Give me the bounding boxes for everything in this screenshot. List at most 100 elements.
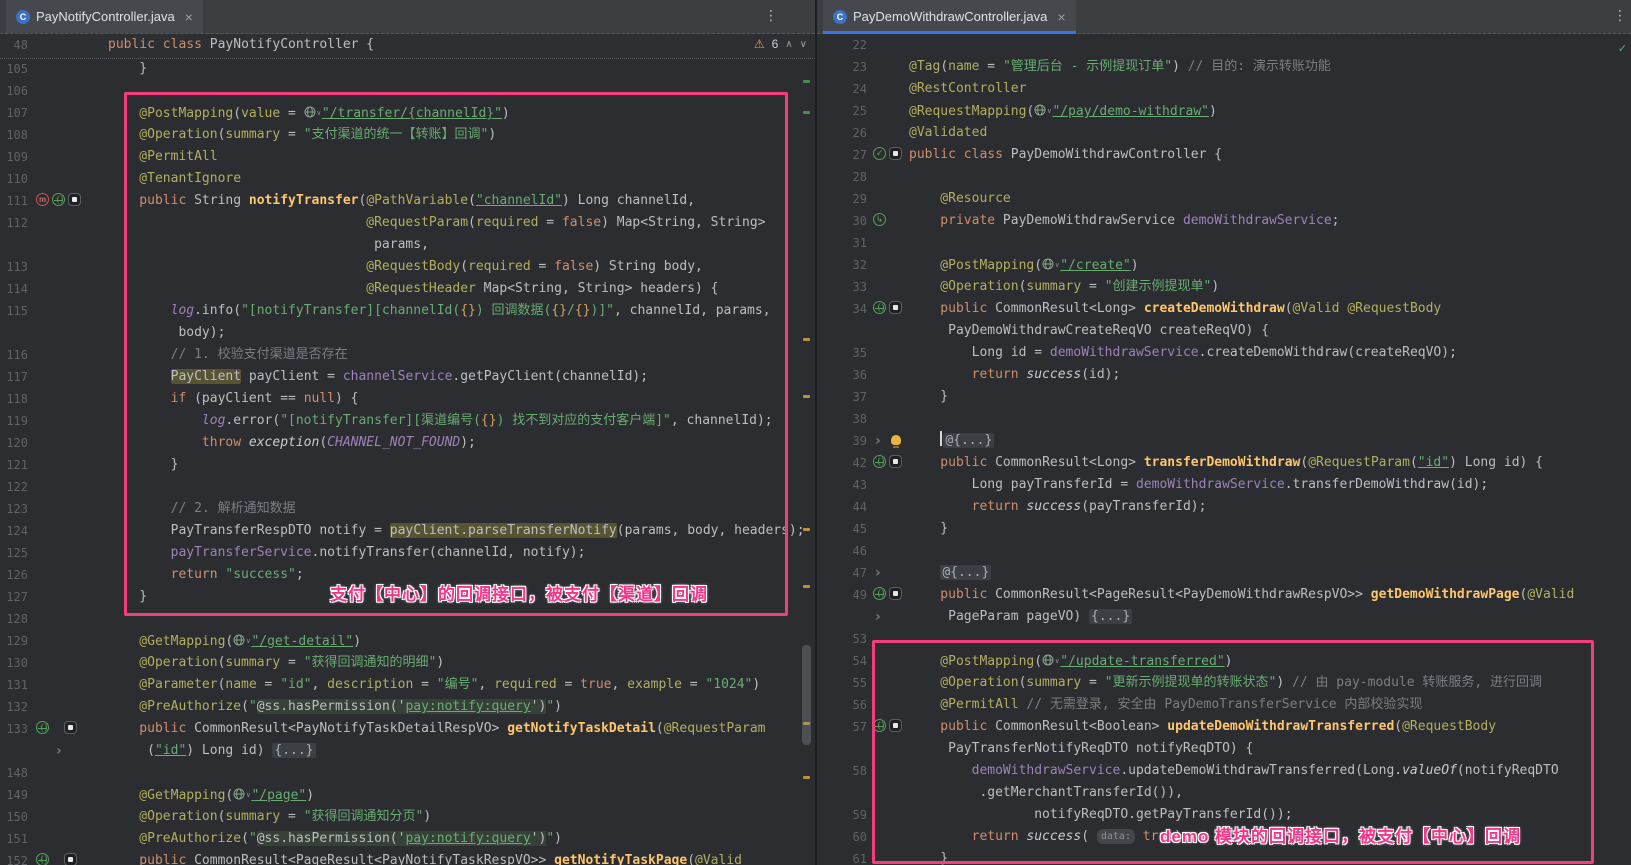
line-number[interactable]: 39 — [817, 430, 867, 452]
code-line-row[interactable]: 27✓public class PayDemoWithdrawControlle… — [817, 144, 1631, 166]
line-number[interactable]: 151 — [0, 828, 28, 850]
icon-spacer[interactable] — [52, 853, 61, 865]
code-line[interactable]: body); — [108, 322, 225, 344]
line-number[interactable]: 30 — [817, 210, 867, 232]
code-line[interactable]: throw exception(CHANNEL_NOT_FOUND); — [108, 432, 476, 454]
code-line-row[interactable]: 152 public CommonResult<PageResult<PayNo… — [0, 850, 815, 865]
line-number[interactable]: 49 — [817, 584, 867, 606]
folded-code-chip[interactable]: {...} — [272, 743, 315, 758]
code-line[interactable]: return success(payTransferId); — [909, 496, 1206, 518]
line-number[interactable]: 118 — [0, 388, 28, 410]
chevron-down-icon[interactable]: ∨ — [1047, 107, 1051, 115]
more-options-icon[interactable]: ⋮ — [764, 7, 778, 24]
code-line-row[interactable]: 57 public CommonResult<Boolean> updateDe… — [817, 716, 1631, 738]
code-line-row[interactable]: 133 public CommonResult<PayNotifyTaskDet… — [0, 718, 815, 740]
code-line[interactable]: public CommonResult<PageResult<PayNotify… — [108, 850, 742, 865]
fold-arrow-icon[interactable]: › — [56, 740, 62, 762]
code-line[interactable]: @TenantIgnore — [108, 168, 241, 190]
chevron-down-icon[interactable]: ∨ — [1055, 657, 1059, 665]
endpoint-globe-icon[interactable] — [36, 721, 49, 734]
line-number[interactable]: 123 — [0, 498, 28, 520]
code-line-row[interactable]: 131 @Parameter(name = "id", description … — [0, 674, 815, 696]
code-line[interactable]: @RequestBody(required = false) String bo… — [108, 256, 703, 278]
code-line-row[interactable]: 120 throw exception(CHANNEL_NOT_FOUND); — [0, 432, 815, 454]
code-line-row[interactable]: 28 — [817, 166, 1631, 188]
line-number[interactable]: 59 — [817, 804, 867, 826]
code-line[interactable]: @Operation(summary = "支付渠道的统一【转账】回调") — [108, 124, 496, 146]
code-line[interactable]: @GetMapping(∨"/page") — [108, 784, 314, 808]
chevron-down-icon[interactable]: ∨ — [246, 637, 250, 645]
code-line[interactable]: } — [909, 518, 948, 540]
method-marker-icon[interactable]: m — [36, 193, 49, 206]
line-number[interactable]: 61 — [817, 848, 867, 865]
code-line-row[interactable]: 35 Long id = demoWithdrawService.createD… — [817, 342, 1631, 364]
code-line-row[interactable]: body); — [0, 322, 815, 344]
code-line[interactable]: public CommonResult<Boolean> updateDemoW… — [909, 716, 1496, 738]
line-number[interactable]: 127 — [0, 586, 28, 608]
code-line[interactable]: PayTransferNotifyReqDTO notifyReqDTO) { — [909, 738, 1253, 760]
line-number[interactable]: 58 — [817, 760, 867, 782]
code-line-row[interactable]: 43 Long payTransferId = demoWithdrawServ… — [817, 474, 1631, 496]
line-number[interactable]: 60 — [817, 826, 867, 848]
code-line-row[interactable]: 32 @PostMapping(∨"/create") — [817, 254, 1631, 276]
line-number[interactable]: 44 — [817, 496, 867, 518]
warning-stripe-mark[interactable] — [803, 338, 810, 341]
prev-warning-icon[interactable]: ∧ — [785, 39, 792, 50]
line-number[interactable]: 55 — [817, 672, 867, 694]
code-line[interactable]: Long id = demoWithdrawService.createDemo… — [909, 342, 1457, 364]
code-line-row[interactable]: 44 return success(payTransferId); — [817, 496, 1631, 518]
code-line-row[interactable]: 47› @{...} — [817, 562, 1631, 584]
code-line-row[interactable]: 26@Validated — [817, 122, 1631, 144]
fold-arrow-icon[interactable]: › — [875, 606, 881, 628]
code-line-row[interactable]: 39› @{...} — [817, 430, 1631, 452]
code-line-row[interactable]: 109 @PermitAll — [0, 146, 815, 168]
code-line[interactable]: } — [909, 848, 948, 865]
code-line-row[interactable]: 123 // 2. 解析通知数据 — [0, 498, 815, 520]
code-line-row[interactable]: 148 — [0, 762, 815, 784]
endpoint-globe-icon[interactable] — [52, 193, 65, 206]
globe-url-icon[interactable] — [233, 632, 245, 654]
code-line-row[interactable]: 61 } — [817, 848, 1631, 865]
chevron-down-icon[interactable]: ∨ — [317, 109, 321, 117]
code-line-row[interactable]: 31 — [817, 232, 1631, 254]
run-http-client-icon[interactable] — [889, 147, 902, 160]
globe-url-icon[interactable] — [1042, 652, 1054, 674]
close-icon[interactable]: × — [1057, 9, 1065, 25]
code-line-row[interactable]: 119 log.error("[notifyTransfer][渠道编号({})… — [0, 410, 815, 432]
code-line-row[interactable]: 128 — [0, 608, 815, 630]
code-line[interactable]: } — [909, 386, 948, 408]
code-line-row[interactable]: 118 if (payClient == null) { — [0, 388, 815, 410]
code-line-row[interactable]: 36 return success(id); — [817, 364, 1631, 386]
line-number[interactable]: 112 — [0, 212, 28, 234]
run-http-client-icon[interactable] — [889, 719, 902, 732]
line-number[interactable]: 105 — [0, 58, 28, 80]
line-number[interactable]: 42 — [817, 452, 867, 474]
line-number[interactable]: 35 — [817, 342, 867, 364]
vcs-change-mark[interactable] — [803, 80, 810, 83]
folded-code-chip[interactable]: {...} — [1089, 609, 1132, 624]
line-number[interactable]: 128 — [0, 608, 28, 630]
warning-stripe-mark[interactable] — [803, 585, 810, 588]
more-options-icon[interactable]: ⋮ — [1613, 7, 1627, 24]
code-line[interactable]: Long payTransferId = demoWithdrawService… — [909, 474, 1488, 496]
code-line[interactable]: payTransferService.notifyTransfer(channe… — [108, 542, 585, 564]
code-line[interactable]: .getMerchantTransferId()), — [909, 782, 1183, 804]
line-number[interactable]: 113 — [0, 256, 28, 278]
code-line-row[interactable]: 111m public String notifyTransfer(@PathV… — [0, 190, 815, 212]
warning-stripe-mark[interactable] — [803, 528, 810, 531]
code-line[interactable]: return success(id); — [909, 364, 1120, 386]
line-number[interactable]: 131 — [0, 674, 28, 696]
code-line[interactable]: @PermitAll // 无需登录, 安全由 PayDemoTransferS… — [909, 694, 1422, 716]
code-line-row[interactable]: 34 public CommonResult<Long> createDemoW… — [817, 298, 1631, 320]
line-number[interactable]: 32 — [817, 254, 867, 276]
code-line[interactable]: @Operation(summary = "创建示例提现单") — [909, 276, 1219, 298]
next-warning-icon[interactable]: ∨ — [800, 39, 807, 50]
code-line-row[interactable]: 58 demoWithdrawService.updateDemoWithdra… — [817, 760, 1631, 782]
fold-arrow-icon[interactable]: › — [875, 430, 881, 452]
code-line[interactable]: private PayDemoWithdrawService demoWithd… — [909, 210, 1339, 232]
code-line[interactable]: } — [108, 58, 147, 80]
warning-stripe-mark[interactable] — [803, 395, 810, 398]
code-line[interactable]: @Resource — [909, 188, 1011, 210]
run-http-client-icon[interactable] — [68, 193, 81, 206]
code-line[interactable]: @RequestHeader Map<String, String> heade… — [108, 278, 719, 300]
